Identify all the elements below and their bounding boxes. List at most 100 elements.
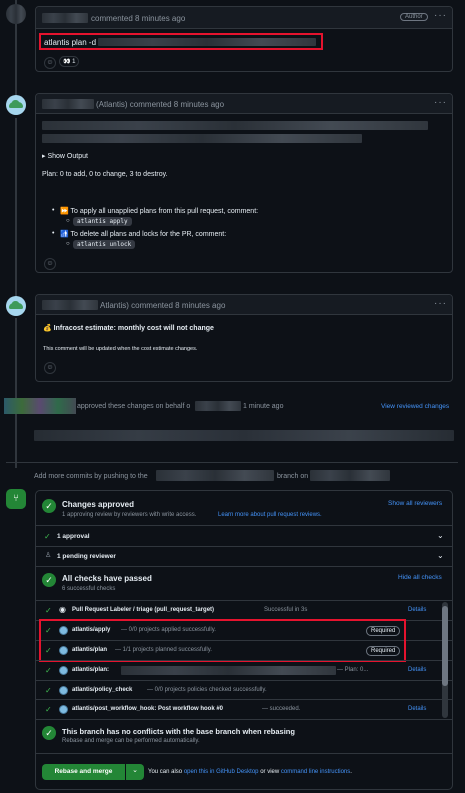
comment-body: atlantis plan -d bbox=[44, 38, 97, 47]
checks-passed-icon: ✓ bbox=[42, 573, 56, 587]
comment-time: Atlantis) commented 8 minutes ago bbox=[100, 301, 226, 310]
unlock-instruction: 🚮 To delete all plans and locks for the … bbox=[60, 231, 227, 238]
atlantis-icon bbox=[59, 705, 68, 714]
redacted-repo bbox=[310, 470, 390, 481]
check-status: Successful in 3s bbox=[264, 607, 308, 613]
check-name: atlantis/post_workflow_hook: Post workfl… bbox=[72, 706, 224, 712]
timeline-line bbox=[15, 318, 17, 468]
comment-card: Atlantis) commented 8 minutes ago ··· 💰 … bbox=[35, 294, 453, 382]
no-conflicts-desc: Rebase and merge can be performed automa… bbox=[62, 738, 200, 744]
check-row[interactable]: ✓ atlantis/policy_check — 0/0 projects p… bbox=[35, 680, 452, 699]
approved-title: Changes approved bbox=[62, 500, 135, 509]
show-all-reviewers-link[interactable]: Show all reviewers bbox=[388, 500, 442, 507]
scrollbar-thumb[interactable] bbox=[442, 606, 448, 686]
details-link[interactable]: Details bbox=[408, 607, 426, 613]
approval-text: approved these changes on behalf o bbox=[77, 403, 191, 410]
infracost-note: This comment will be updated when the co… bbox=[43, 346, 198, 352]
sub-bullet: ○ bbox=[66, 241, 70, 247]
redacted-approver bbox=[4, 398, 76, 414]
comment-time: commented 8 minutes ago bbox=[91, 14, 186, 23]
comment-header: (Atlantis) commented 8 minutes ago ··· bbox=[36, 94, 452, 114]
push-hint: Add more commits by pushing to the bbox=[34, 473, 148, 480]
footer-text: or view bbox=[260, 769, 280, 775]
footer-text: You can also bbox=[148, 769, 183, 775]
atlantis-avatar[interactable] bbox=[6, 95, 26, 115]
check-status: — Plan: 0... bbox=[337, 667, 369, 673]
no-conflicts-section: ✓ This branch has no conflicts with the … bbox=[35, 719, 452, 749]
avatar[interactable] bbox=[6, 4, 26, 24]
atlantis-avatar[interactable] bbox=[6, 296, 26, 316]
redacted-text bbox=[98, 38, 316, 46]
hide-all-checks-link[interactable]: Hide all checks bbox=[398, 574, 442, 581]
view-reviewed-changes-link[interactable]: View reviewed changes bbox=[381, 403, 449, 410]
comment-card: (Atlantis) commented 8 minutes ago ··· ▸… bbox=[35, 93, 453, 273]
plan-summary: Plan: 0 to add, 0 to change, 3 to destro… bbox=[42, 171, 168, 178]
check-icon: ✓ bbox=[45, 705, 52, 714]
footer-text: . bbox=[350, 769, 352, 775]
approved-check-icon: ✓ bbox=[42, 499, 56, 513]
merge-actions: Rebase and merge ⌄ You can also open thi… bbox=[35, 753, 452, 789]
approval-row[interactable]: ✓ 1 approval ⌄ bbox=[35, 525, 452, 546]
highlight-box bbox=[39, 619, 406, 662]
more-options-icon[interactable]: ··· bbox=[434, 97, 447, 108]
check-name: atlantis/plan: bbox=[72, 667, 110, 673]
code-apply: atlantis apply bbox=[73, 217, 132, 226]
chevron-down-icon[interactable]: ⌄ bbox=[437, 551, 444, 560]
pending-count: 1 pending reviewer bbox=[57, 553, 116, 560]
redacted-text bbox=[34, 430, 454, 441]
approval-time: 1 minute ago bbox=[243, 403, 284, 410]
approval-count: 1 approval bbox=[57, 533, 90, 540]
check-name: atlantis/policy_check bbox=[72, 687, 133, 693]
bullet-dot: • bbox=[52, 207, 55, 214]
scrollbar[interactable] bbox=[442, 602, 448, 718]
comment-header: commented 8 minutes ago Author ··· bbox=[36, 7, 452, 29]
divider bbox=[6, 462, 458, 463]
more-options-icon[interactable]: ··· bbox=[434, 10, 447, 21]
details-link[interactable]: Details bbox=[408, 667, 426, 673]
approved-desc: 1 approving review by reviewers with wri… bbox=[62, 512, 197, 518]
apply-instruction: ⏩ To apply all unapplied plans from this… bbox=[60, 208, 259, 215]
checks-title: All checks have passed bbox=[62, 574, 152, 583]
code-unlock: atlantis unlock bbox=[73, 240, 136, 249]
redacted-author bbox=[42, 99, 94, 109]
atlantis-icon bbox=[59, 666, 68, 675]
merge-dropdown-chevron-icon[interactable]: ⌄ bbox=[126, 764, 144, 780]
check-icon: ✓ bbox=[45, 666, 52, 675]
show-output-toggle[interactable]: ▸ Show Output bbox=[42, 152, 88, 160]
rebase-merge-button[interactable]: Rebase and merge bbox=[42, 764, 125, 780]
check-row[interactable]: ✓ atlantis/plan: — Plan: 0... Details bbox=[35, 660, 452, 680]
redacted-text bbox=[42, 121, 428, 130]
learn-more-link[interactable]: Learn more about pull request reviews. bbox=[218, 512, 322, 518]
redacted-text bbox=[195, 401, 241, 411]
eyes-reaction[interactable]: 👀 1 bbox=[59, 56, 80, 67]
open-desktop-link[interactable]: open this in GitHub Desktop bbox=[184, 769, 259, 775]
check-icon: ✓ bbox=[45, 686, 52, 695]
details-link[interactable]: Details bbox=[408, 706, 426, 712]
redacted-branch bbox=[156, 470, 274, 481]
merge-icon: ⑂ bbox=[6, 489, 26, 509]
pending-row[interactable]: ♙ 1 pending reviewer ⌄ bbox=[35, 546, 452, 566]
push-hint-branch: branch on bbox=[277, 473, 309, 480]
github-icon: ◉ bbox=[59, 605, 66, 614]
bullet-dot: • bbox=[52, 230, 55, 237]
check-row[interactable]: ✓ ◉ Pull Request Labeler / triage (pull_… bbox=[35, 600, 452, 620]
timeline-line bbox=[15, 118, 17, 298]
check-status: — succeeded. bbox=[262, 706, 301, 712]
person-icon: ♙ bbox=[45, 552, 52, 559]
author-badge: Author bbox=[400, 13, 428, 21]
merge-footer: You can also open this in GitHub Desktop… bbox=[148, 769, 352, 775]
check-row[interactable]: ✓ atlantis/post_workflow_hook: Post work… bbox=[35, 699, 452, 719]
more-options-icon[interactable]: ··· bbox=[434, 298, 447, 309]
add-reaction-icon[interactable]: ☺ bbox=[44, 258, 56, 270]
add-reaction-icon[interactable]: ☺ bbox=[44, 362, 56, 374]
redacted-author bbox=[42, 13, 88, 23]
check-name: Pull Request Labeler / triage (pull_requ… bbox=[72, 607, 215, 613]
check-icon: ✓ bbox=[45, 606, 52, 615]
add-reaction-icon[interactable]: ☺ bbox=[44, 57, 56, 69]
cli-instructions-link[interactable]: command line instructions bbox=[281, 769, 350, 775]
redacted-author bbox=[42, 300, 98, 310]
check-status: — 0/0 projects policies checked successf… bbox=[147, 687, 267, 693]
sub-bullet: ○ bbox=[66, 218, 70, 224]
redacted-text bbox=[121, 666, 336, 675]
chevron-down-icon[interactable]: ⌄ bbox=[437, 531, 444, 540]
